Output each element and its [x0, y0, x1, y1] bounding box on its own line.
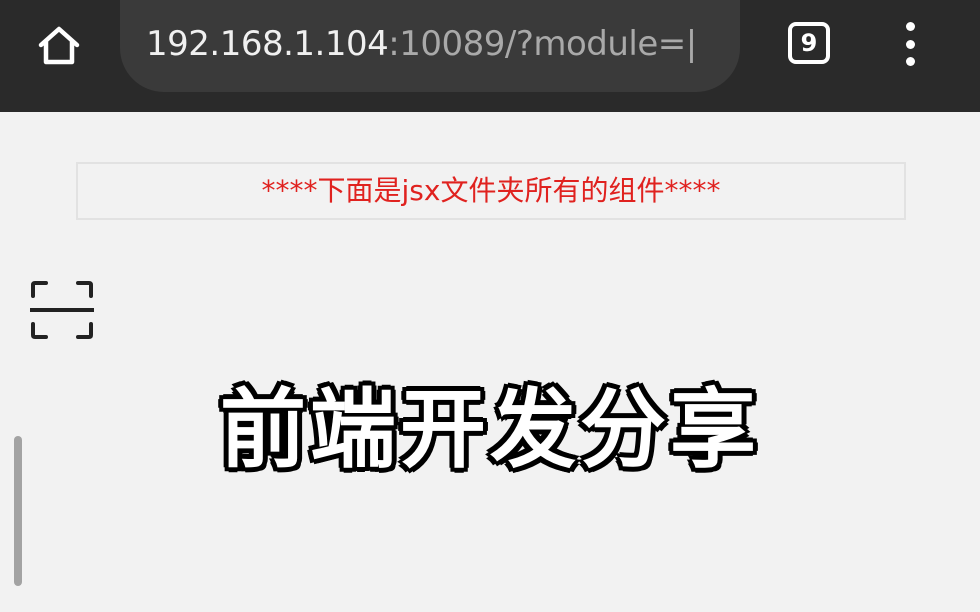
tab-count: 9 — [800, 29, 818, 57]
url-text: 192.168.1.104:10089/?module=| — [146, 22, 736, 66]
more-vertical-icon-dot — [905, 39, 915, 49]
address-bar[interactable]: 192.168.1.104:10089/?module=| — [120, 0, 740, 92]
vertical-scrollbar[interactable] — [14, 436, 22, 586]
home-button[interactable] — [32, 20, 86, 70]
components-banner: ****下面是jsx文件夹所有的组件**** — [76, 162, 906, 220]
video-overlay-title: 前端开发分享 — [220, 379, 760, 480]
banner-text: ****下面是jsx文件夹所有的组件**** — [261, 174, 721, 207]
url-host: 192.168.1.104 — [146, 24, 389, 64]
scan-icon — [30, 281, 94, 339]
browser-toolbar: 192.168.1.104:10089/?module=| 9 — [0, 0, 980, 112]
url-path: :10089/?module=| — [388, 24, 697, 64]
more-vertical-icon — [905, 22, 915, 31]
more-menu-button[interactable] — [895, 18, 925, 70]
home-icon — [38, 26, 80, 65]
more-vertical-icon-dot — [905, 57, 915, 66]
scan-button[interactable] — [30, 280, 94, 340]
tab-switcher-button[interactable]: 9 — [788, 22, 830, 64]
